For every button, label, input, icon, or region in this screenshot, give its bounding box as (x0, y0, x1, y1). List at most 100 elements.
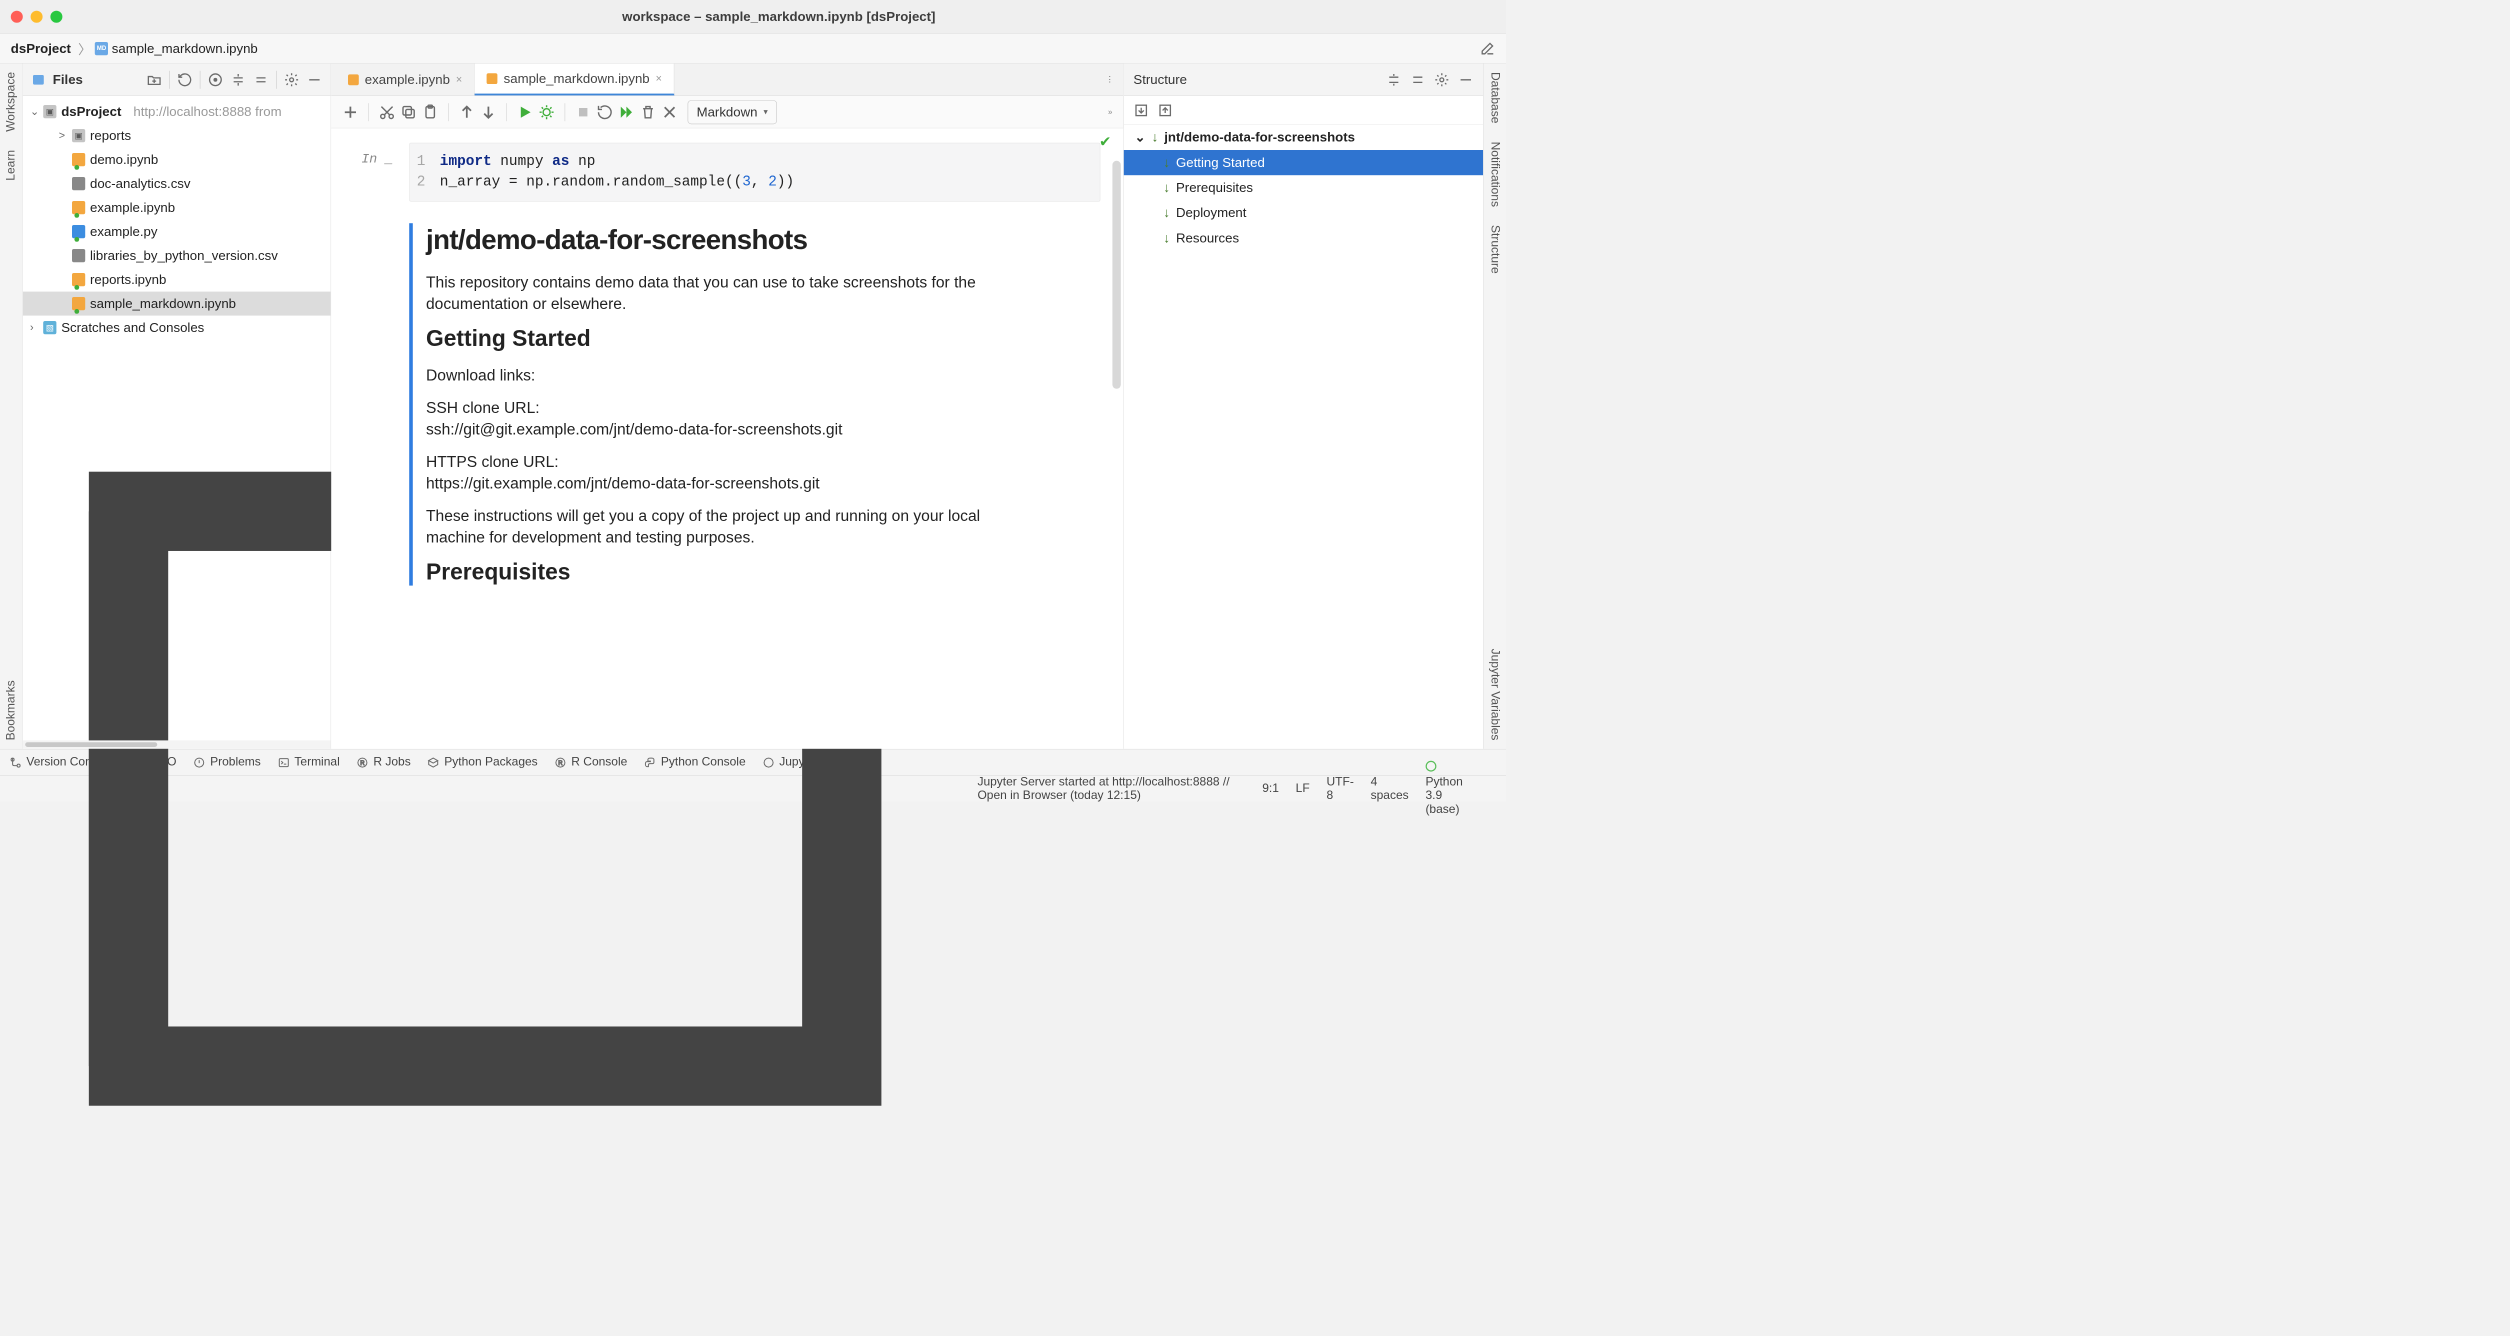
rail-tab-structure[interactable]: Structure (1488, 225, 1502, 274)
folder-file-icon: ▣ (72, 129, 85, 142)
move-up-icon[interactable] (458, 104, 475, 121)
zoom-window-icon[interactable] (50, 11, 62, 23)
tree-item-label: example.py (90, 224, 158, 240)
structure-root[interactable]: ⌄ ↓ jnt/demo-data-for-screenshots (1124, 125, 1483, 150)
add-folder-icon[interactable] (146, 72, 162, 88)
inspection-ok-icon[interactable]: ✔ (1099, 133, 1111, 150)
minimize-window-icon[interactable] (31, 11, 43, 23)
copy-icon[interactable] (400, 104, 417, 121)
structure-item-label: Prerequisites (1176, 180, 1253, 196)
run-cell-icon[interactable] (517, 104, 534, 121)
tab-label: sample_markdown.ipynb (504, 71, 650, 87)
md-p4: HTTPS clone URL:https://git.example.com/… (426, 451, 1027, 494)
interpreter[interactable]: Python 3.9 (base) (1425, 761, 1462, 817)
close-tab-icon[interactable]: × (656, 72, 662, 85)
rail-tab-learn[interactable]: Learn (4, 150, 18, 181)
structure-item-Resources[interactable]: ↓ Resources (1124, 226, 1483, 251)
code-content[interactable]: import numpy as np n_array = np.random.r… (440, 152, 794, 193)
structure-item-Getting-Started[interactable]: ↓Getting Started (1124, 150, 1483, 175)
gear-icon[interactable] (1434, 72, 1450, 88)
chevron-down-icon[interactable]: ⌄ (30, 105, 38, 118)
restart-kernel-icon[interactable] (596, 104, 613, 121)
tree-item-sample_markdown-ipynb[interactable]: sample_markdown.ipynb (23, 292, 331, 316)
structure-item-Prerequisites[interactable]: ↓Prerequisites (1124, 175, 1483, 200)
tab-example-ipynb[interactable]: example.ipynb× (336, 64, 475, 96)
ipynb-file-icon (72, 297, 85, 310)
close-window-icon[interactable] (11, 11, 23, 23)
indent-setting[interactable]: 4 spaces (1371, 775, 1409, 803)
move-down-icon[interactable] (480, 104, 497, 121)
project-header: Files (23, 64, 331, 96)
tab-sample_markdown-ipynb[interactable]: sample_markdown.ipynb × (475, 64, 675, 96)
window-controls (11, 11, 63, 23)
rail-tab-jupyter-variables[interactable]: Jupyter Variables (1488, 649, 1502, 741)
tree-item-example-py[interactable]: example.py (23, 220, 331, 244)
tree-item-reports[interactable]: >▣reports (23, 124, 331, 148)
markdown-cell[interactable]: jnt/demo-data-for-screenshots This repos… (409, 223, 1027, 585)
cut-icon[interactable] (379, 104, 396, 121)
status-message[interactable]: Jupyter Server started at http://localho… (977, 775, 1245, 803)
select-opened-icon[interactable] (208, 72, 224, 88)
encoding[interactable]: UTF-8 (1326, 775, 1353, 803)
add-cell-icon[interactable] (342, 104, 359, 121)
structure-list[interactable]: ⌄ ↓ jnt/demo-data-for-screenshots ↓Getti… (1124, 125, 1483, 251)
titlebar: workspace – sample_markdown.ipynb [dsPro… (0, 0, 1506, 34)
rail-tab-database[interactable]: Database (1488, 72, 1502, 123)
rail-tab-workspace[interactable]: Workspace (4, 72, 18, 132)
close-tab-icon[interactable]: × (456, 73, 462, 86)
structure-item-label: Resources (1176, 230, 1239, 246)
md-h1: jnt/demo-data-for-screenshots (426, 223, 1027, 255)
collapse-all-icon[interactable] (253, 72, 269, 88)
project-tree[interactable]: ⌄ ▣ dsProject http://localhost:8888 from… (23, 96, 331, 340)
notebook-toolbar: Markdown ▾ » (331, 96, 1123, 128)
tree-item-demo-ipynb[interactable]: demo.ipynb (23, 148, 331, 172)
v-scrollbar[interactable] (1112, 161, 1120, 389)
tree-item-example-ipynb[interactable]: example.ipynb (23, 196, 331, 220)
line-ending[interactable]: LF (1296, 782, 1310, 796)
tabs-more-icon[interactable]: ⋮ (1096, 64, 1123, 96)
structure-item-Deployment[interactable]: ↓Deployment (1124, 200, 1483, 225)
collapse-all-icon[interactable] (1410, 72, 1426, 88)
paste-icon[interactable] (422, 104, 439, 121)
editor-tabs: example.ipynb× sample_markdown.ipynb × ⋮ (331, 64, 1123, 96)
breadcrumb-project[interactable]: dsProject (11, 41, 71, 57)
cell-type-dropdown[interactable]: Markdown ▾ (688, 100, 777, 124)
md-p3: SSH clone URL:ssh://git@git.example.com/… (426, 397, 1027, 440)
hide-panel-icon[interactable] (307, 72, 323, 88)
notebook-body[interactable]: ✔ In _ 12 import numpy as np n_array = n… (331, 128, 1123, 748)
stop-icon[interactable] (575, 104, 592, 121)
folder-icon: ▣ (43, 105, 56, 118)
autoscroll-to-source-icon[interactable] (1133, 102, 1149, 118)
project-root[interactable]: ⌄ ▣ dsProject http://localhost:8888 from (23, 100, 331, 124)
breadcrumb: dsProject 〉 MD sample_markdown.ipynb (0, 34, 1506, 64)
code-cell[interactable]: In _ 12 import numpy as np n_array = np.… (409, 143, 1100, 202)
rail-tab-bookmarks[interactable]: Bookmarks (4, 680, 18, 740)
gear-icon[interactable] (284, 72, 300, 88)
tree-item-reports-ipynb[interactable]: reports.ipynb (23, 268, 331, 292)
run-all-icon[interactable] (618, 104, 635, 121)
caret-position[interactable]: 9:1 (1262, 782, 1279, 796)
expand-all-icon[interactable] (1386, 72, 1402, 88)
debug-cell-icon[interactable] (538, 104, 555, 121)
clear-output-icon[interactable] (661, 104, 678, 121)
tree-item-label: libraries_by_python_version.csv (90, 248, 278, 264)
refresh-icon[interactable] (177, 72, 193, 88)
md-h2-getting-started: Getting Started (426, 326, 1027, 352)
autoscroll-from-source-icon[interactable] (1157, 102, 1173, 118)
tree-item-libraries_by_python_version-csv[interactable]: libraries_by_python_version.csv (23, 244, 331, 268)
expand-all-icon[interactable] (230, 72, 246, 88)
heading-icon: ↓ (1163, 230, 1170, 246)
tree-item-label: example.ipynb (90, 200, 175, 216)
breadcrumb-file[interactable]: sample_markdown.ipynb (112, 41, 258, 57)
chevron-down-icon[interactable]: ⌄ (1135, 130, 1146, 146)
hide-panel-icon[interactable] (1458, 72, 1474, 88)
toolbar-overflow-icon[interactable]: » (1108, 107, 1112, 116)
delete-cell-icon[interactable] (640, 104, 657, 121)
edit-location-icon[interactable] (1480, 41, 1496, 57)
ipynb-file-icon (72, 201, 85, 214)
chevron-right-icon[interactable]: > (59, 129, 67, 142)
rail-tab-notifications[interactable]: Notifications (1488, 141, 1502, 206)
breadcrumb-sep-icon: 〉 (78, 39, 91, 58)
tree-item-doc-analytics-csv[interactable]: doc-analytics.csv (23, 172, 331, 196)
project-h-scrollbar[interactable] (23, 740, 331, 748)
